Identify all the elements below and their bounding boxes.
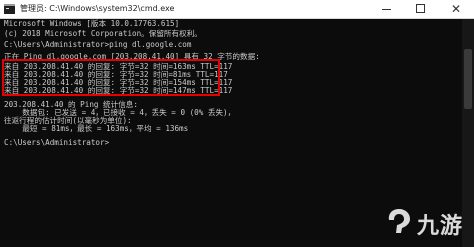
command-line: C:\Users\Administrator>ping dl.google.co… [4, 40, 192, 49]
title-bar: 管理员: C:\Windows\system32\cmd.exe ✕ [0, 0, 474, 19]
rtt-values-line: 最短 = 81ms，最长 = 163ms，平均 = 136ms [4, 124, 189, 133]
watermark-text: 九游 [417, 214, 464, 239]
close-icon: ✕ [450, 2, 462, 16]
close-button[interactable]: ✕ [438, 0, 474, 18]
console-line: (c) 2018 Microsoft Corporation。保留所有权利。 [4, 28, 202, 38]
console-line: Microsoft Windows [版本 10.0.17763.615] [4, 19, 180, 28]
prompt-line: C:\Users\Administrator> [4, 138, 110, 147]
window-title: 管理员: C:\Windows\system32\cmd.exe [20, 4, 175, 13]
maximize-button[interactable] [404, 0, 438, 18]
highlight-box [2, 59, 220, 96]
cmd-icon [4, 4, 15, 14]
maximize-icon [416, 4, 425, 13]
minimize-icon [382, 9, 391, 10]
minimize-button[interactable] [370, 0, 404, 18]
jiuyou-logo-icon [388, 209, 410, 233]
watermark: 九游 [385, 205, 465, 239]
scroll-thumb[interactable] [464, 49, 472, 109]
